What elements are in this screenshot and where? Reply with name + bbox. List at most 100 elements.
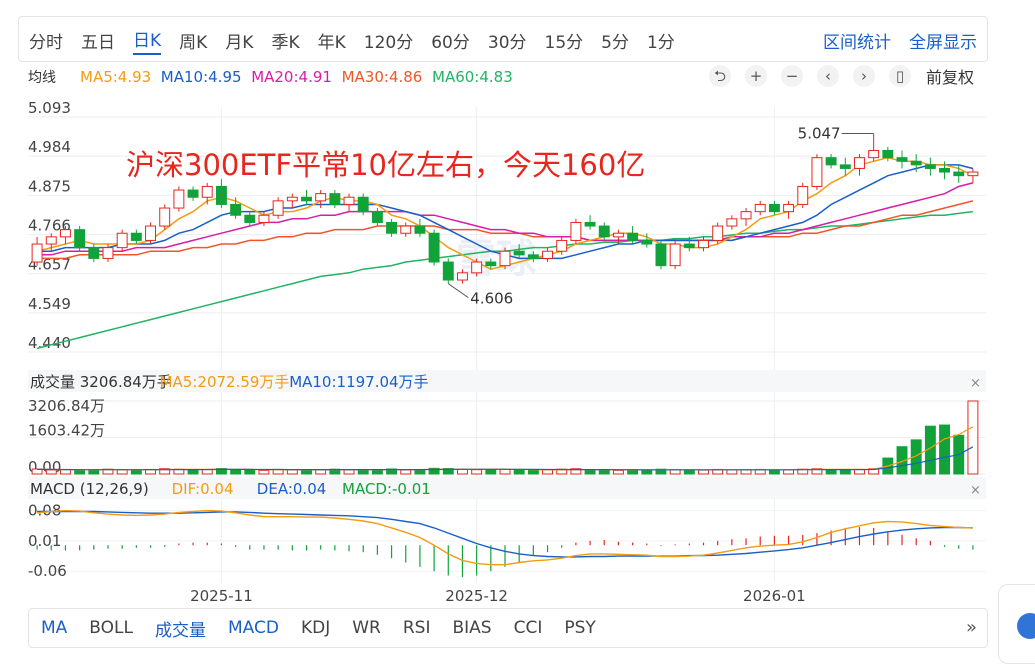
chevron-left-icon[interactable]: ‹ bbox=[817, 65, 839, 87]
volume-bar bbox=[244, 469, 256, 475]
indicator-tab[interactable]: MA bbox=[41, 618, 67, 638]
candle-body bbox=[924, 164, 936, 169]
candle-body bbox=[272, 200, 284, 216]
chat-bubble-icon[interactable] bbox=[1017, 613, 1035, 639]
period-tab[interactable]: 周K bbox=[179, 28, 207, 53]
candle-body bbox=[116, 232, 128, 249]
candle-body bbox=[258, 214, 270, 223]
candle-body bbox=[230, 203, 242, 216]
kline-chart[interactable]: 均线 MA5:4.93 MA10:4.95 MA20:4.91 MA30:4.86 MA6… bbox=[18, 62, 988, 608]
kline-app: 分时 五日 日K 周K 月K 季K 年K 120分 60分 30分 15分 5分 1分 区间统计 全屏显… bbox=[18, 16, 988, 660]
candle-body bbox=[471, 261, 483, 274]
price-y-tick: 4.440 bbox=[28, 334, 71, 352]
volume-bar bbox=[627, 469, 639, 475]
volume-bar bbox=[513, 469, 525, 475]
candle-body bbox=[598, 225, 610, 238]
candle-body bbox=[825, 157, 837, 166]
period-tab[interactable]: 5分 bbox=[601, 28, 629, 53]
volume-bar bbox=[783, 469, 795, 475]
volume-legend-item: MA5:2072.59万手 bbox=[160, 373, 290, 391]
date-x-tick: 2026-01 bbox=[743, 587, 806, 605]
candle-body bbox=[967, 171, 979, 177]
chevron-right-icon[interactable]: › bbox=[853, 65, 875, 87]
indicator-tab[interactable]: BOLL bbox=[89, 618, 133, 638]
volume-y-tick: 1603.42万 bbox=[28, 422, 105, 440]
volume-bar bbox=[598, 469, 610, 475]
candle-icon[interactable]: ▯ bbox=[889, 65, 911, 87]
volume-y-tick: 3206.84万 bbox=[28, 397, 105, 415]
indicator-tab[interactable]: KDJ bbox=[301, 618, 330, 638]
candle-body bbox=[910, 160, 922, 166]
candle-body bbox=[641, 239, 653, 245]
candle-body bbox=[400, 225, 412, 234]
volume-bar bbox=[527, 469, 539, 475]
minus-icon[interactable]: − bbox=[781, 65, 803, 87]
period-tab[interactable]: 季K bbox=[271, 28, 299, 53]
fullscreen-link[interactable]: 全屏显示 bbox=[909, 28, 977, 53]
volume-bar bbox=[471, 469, 483, 475]
candle-body bbox=[201, 185, 213, 198]
side-float-widget[interactable] bbox=[998, 584, 1035, 664]
volume-bar bbox=[641, 469, 653, 475]
volume-bar bbox=[357, 469, 369, 475]
double-chevron-right-icon[interactable]: » bbox=[966, 617, 977, 638]
indicator-tab[interactable]: BIAS bbox=[452, 618, 491, 638]
volume-bar bbox=[542, 469, 554, 475]
candle-body bbox=[130, 232, 142, 241]
candle-body bbox=[854, 157, 865, 169]
indicator-tab[interactable]: WR bbox=[352, 618, 381, 638]
interval-stats-link[interactable]: 区间统计 bbox=[823, 28, 891, 53]
candle-body bbox=[31, 243, 43, 263]
volume-ma5-line bbox=[37, 426, 974, 471]
indicator-tab[interactable]: RSI bbox=[403, 618, 431, 638]
candle-body bbox=[215, 185, 227, 205]
macd-legend-item: DEA:0.04 bbox=[257, 480, 326, 498]
period-tab[interactable]: 日K bbox=[133, 26, 162, 55]
candle-body bbox=[428, 232, 440, 263]
candle-body bbox=[542, 250, 554, 259]
period-tab[interactable]: 30分 bbox=[488, 28, 527, 53]
period-tab[interactable]: 五日 bbox=[81, 28, 115, 53]
min-marker-line bbox=[447, 283, 469, 299]
macd-legend-item: MACD (12,26,9) bbox=[30, 480, 149, 498]
max-price-label: 5.047 bbox=[798, 125, 841, 143]
period-tab[interactable]: 120分 bbox=[364, 28, 413, 53]
volume-bar bbox=[74, 470, 86, 475]
ma-legend-item: MA20:4.91 bbox=[251, 68, 332, 86]
period-tab[interactable]: 年K bbox=[318, 28, 346, 53]
period-toolbar: 分时 五日 日K 周K 月K 季K 年K 120分 60分 30分 15分 5分 1分 区间统计 全屏显… bbox=[18, 16, 988, 62]
indicator-tab[interactable]: CCI bbox=[514, 618, 543, 638]
candle-body bbox=[584, 221, 596, 227]
candle-body bbox=[527, 254, 539, 259]
candle-body bbox=[386, 221, 398, 234]
candle-body bbox=[556, 239, 568, 252]
indicator-tab[interactable]: 成交量 bbox=[155, 616, 206, 641]
candle-body bbox=[74, 229, 86, 249]
volume-bar bbox=[839, 469, 851, 475]
candle-body bbox=[343, 196, 355, 205]
volume-bar bbox=[825, 469, 837, 475]
candle-body bbox=[59, 229, 71, 238]
macd-y-tick: 0.01 bbox=[28, 532, 61, 550]
indicator-tab[interactable]: PSY bbox=[564, 618, 595, 638]
undo-icon[interactable]: ⮌ bbox=[709, 65, 731, 87]
period-tab[interactable]: 分时 bbox=[29, 28, 63, 53]
volume-bar bbox=[584, 469, 596, 475]
icon-glyph: + bbox=[750, 67, 763, 85]
candle-body bbox=[882, 149, 894, 159]
icon-glyph: › bbox=[861, 67, 867, 85]
volume-bar bbox=[499, 468, 511, 475]
candle-body bbox=[485, 261, 497, 267]
plus-icon[interactable]: + bbox=[745, 65, 767, 87]
candle-body bbox=[868, 149, 880, 159]
period-tab[interactable]: 1分 bbox=[647, 28, 675, 53]
candle-body bbox=[329, 193, 341, 205]
period-tabs: 分时 五日 日K 周K 月K 季K 年K 120分 60分 30分 15分 5分 1分 bbox=[29, 17, 693, 63]
indicator-tab[interactable]: MACD bbox=[228, 618, 279, 638]
candle-body bbox=[669, 243, 681, 267]
period-tab[interactable]: 15分 bbox=[545, 28, 584, 53]
period-tab[interactable]: 月K bbox=[225, 28, 253, 53]
period-tab[interactable]: 60分 bbox=[431, 28, 470, 53]
volume-bar bbox=[286, 469, 298, 475]
icon-glyph: ⮌ bbox=[714, 67, 726, 85]
